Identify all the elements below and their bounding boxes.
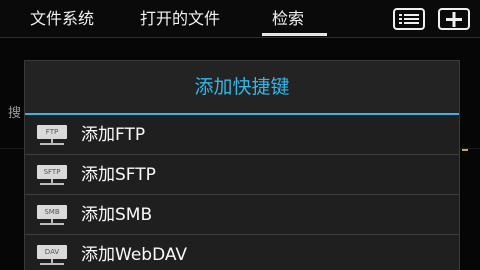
add-sftp-item[interactable]: SFTP 添加SFTP <box>25 155 459 195</box>
tab-file-system[interactable]: 文件系统 <box>30 0 94 38</box>
add-ftp-label: 添加FTP <box>81 125 146 145</box>
icon-tag: SFTP <box>37 165 67 179</box>
add-webdav-label: 添加WebDAV <box>81 245 188 265</box>
tab-open-files[interactable]: 打开的文件 <box>140 0 220 38</box>
network-drive-icon: FTP <box>37 125 67 147</box>
network-drive-icon: DAV <box>37 245 67 267</box>
list-menu-button[interactable] <box>393 8 425 30</box>
background-accent-mark <box>462 149 468 151</box>
icon-tag: SMB <box>37 205 67 219</box>
add-smb-label: 添加SMB <box>81 205 153 225</box>
list-menu-icon <box>393 8 425 30</box>
network-drive-icon: SFTP <box>37 165 67 187</box>
icon-tag: DAV <box>37 245 67 259</box>
active-tab-indicator <box>262 33 327 36</box>
network-drive-icon: SMB <box>37 205 67 227</box>
tab-bar: 文件系统 打开的文件 检索 <box>0 0 480 38</box>
add-sftp-label: 添加SFTP <box>81 165 156 185</box>
add-ftp-item[interactable]: FTP 添加FTP <box>25 115 459 155</box>
icon-tag: FTP <box>37 125 67 139</box>
add-icon <box>438 8 470 30</box>
add-button[interactable] <box>438 8 470 30</box>
add-smb-item[interactable]: SMB 添加SMB <box>25 195 459 235</box>
add-webdav-item[interactable]: DAV 添加WebDAV <box>25 235 459 270</box>
add-shortcut-dialog: 添加快捷键 FTP 添加FTP SFTP 添加SFTP SMB 添加SMB DA… <box>24 60 460 270</box>
dialog-title: 添加快捷键 <box>194 76 290 98</box>
search-label: 搜 <box>8 106 22 121</box>
